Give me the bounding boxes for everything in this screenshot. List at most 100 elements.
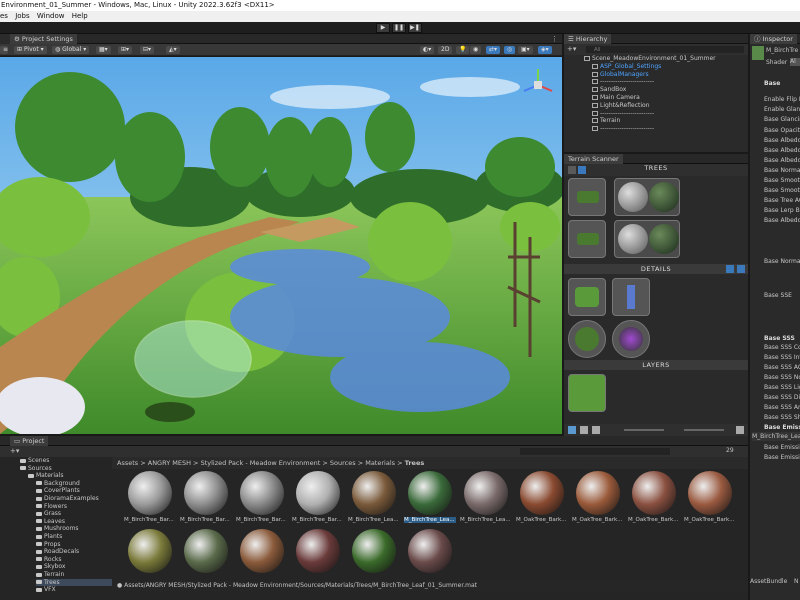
asset-bundle-dropdown[interactable]: N	[794, 578, 799, 585]
folder-tree-item[interactable]: Leaves	[36, 518, 65, 525]
effects-icon[interactable]: ⇄▾	[486, 46, 501, 54]
asset-tile[interactable]: M_BirchTree_Lea...	[404, 471, 456, 527]
folder-tree-item[interactable]: Sources	[20, 465, 52, 472]
play-button[interactable]: ▶	[376, 23, 390, 33]
menu-item-help[interactable]: Help	[72, 12, 88, 20]
breadcrumb-item[interactable]: Trees	[405, 459, 425, 467]
camera-icon[interactable]: ▣▾	[518, 46, 533, 54]
tool-hand-icon[interactable]: ≡	[0, 46, 8, 54]
more-menu-icon[interactable]: ⋮	[551, 34, 558, 44]
render-mode-icon[interactable]: ◐▾	[420, 46, 435, 54]
asset-tile[interactable]: M_OakTree_Bark...	[516, 471, 568, 527]
grid-snap-icon[interactable]: ▦▾	[96, 46, 111, 54]
hierarchy-item[interactable]: SandBox	[592, 86, 626, 94]
tab-hierarchy[interactable]: ☰ Hierarchy	[564, 34, 612, 44]
asset-tile[interactable]: M_BirchTree_Lea...	[460, 471, 512, 527]
asset-tile[interactable]: M_OakTree_Bark...	[572, 471, 624, 527]
tab-scene[interactable]	[0, 34, 10, 44]
asset-tile[interactable]: M_BirchTree_Bar...	[124, 471, 176, 527]
lighting-icon[interactable]: 💡	[456, 46, 470, 54]
asset-tile[interactable]	[236, 529, 288, 585]
scene-gizmo-icon[interactable]	[518, 65, 558, 105]
mode-2d-toggle[interactable]: 2D	[438, 46, 453, 54]
hidden-objects-icon[interactable]: ◎	[504, 46, 516, 54]
breadcrumb-item[interactable]: Stylized Pack - Meadow Environment	[201, 459, 321, 467]
breadcrumb-item[interactable]: ANGRY MESH	[148, 459, 191, 467]
asset-tile[interactable]: M_OakTree_Bark...	[684, 471, 736, 527]
hierarchy-item[interactable]: Light&Reflection	[592, 102, 650, 110]
size-slider[interactable]	[684, 429, 724, 431]
pivot-dropdown[interactable]: ⊞ Pivot ▾	[14, 46, 47, 54]
gizmos-icon[interactable]: ◈▾	[538, 46, 552, 54]
pause-button[interactable]: ❚❚	[392, 23, 406, 33]
detail-slot-flower[interactable]	[612, 278, 650, 316]
scene-viewport[interactable]	[0, 57, 562, 434]
tree-materials-1[interactable]	[614, 178, 680, 216]
folder-tree-item[interactable]: DioramaExamples	[36, 495, 99, 502]
step-button[interactable]: ▶❚	[408, 23, 422, 33]
folder-tree-item[interactable]: Props	[36, 541, 60, 548]
asset-tile[interactable]	[124, 529, 176, 585]
gizmo-toolbar-icon[interactable]: ◭▾	[166, 46, 180, 54]
folder-tree-item[interactable]: Flowers	[36, 503, 67, 510]
hierarchy-search-input[interactable]	[586, 46, 744, 53]
folder-tree-item[interactable]: Background	[36, 480, 80, 487]
asset-tile[interactable]	[292, 529, 344, 585]
global-dropdown[interactable]: ◍ Global ▾	[52, 46, 90, 54]
asset-tile[interactable]: M_BirchTree_Bar...	[180, 471, 232, 527]
breadcrumb-item[interactable]: Materials	[365, 459, 395, 467]
tab-project-settings[interactable]: ⚙ Project Settings	[10, 34, 77, 44]
add-asset-icon[interactable]: +▾	[10, 447, 19, 455]
folder-tree-item[interactable]: Mushrooms	[36, 525, 79, 532]
details-view-icon[interactable]	[726, 265, 734, 273]
hierarchy-item[interactable]: Terrain	[592, 117, 620, 125]
folder-tree-item[interactable]: Trees	[36, 578, 112, 586]
snap-increment-icon[interactable]: ⊟▾	[140, 46, 155, 54]
asset-tile[interactable]	[348, 529, 400, 585]
hierarchy-item[interactable]: -------------------------	[592, 78, 654, 86]
hierarchy-item[interactable]: Scene_MeadowEnvironment_01_Summer	[584, 55, 716, 63]
asset-tile[interactable]: M_BirchTree_Bar...	[292, 471, 344, 527]
hierarchy-item[interactable]: ASP_Global_Settings	[592, 63, 661, 71]
asset-tile[interactable]: M_BirchTree_Bar...	[236, 471, 288, 527]
asset-tile[interactable]: M_OakTree_Bark...	[628, 471, 680, 527]
folder-tree-item[interactable]: Terrain	[36, 571, 64, 578]
folder-tree-item[interactable]: CoverPlants	[36, 487, 80, 494]
tab-inspector[interactable]: ⓘ Inspector	[750, 34, 797, 44]
folder-tree-item[interactable]: VFX	[36, 586, 56, 593]
menu-item-window[interactable]: Window	[37, 12, 65, 20]
settings-icon[interactable]	[736, 426, 744, 434]
project-search-input[interactable]	[520, 448, 670, 455]
layer-slot-grass[interactable]	[568, 374, 606, 412]
shader-dropdown[interactable]: Al	[790, 58, 800, 66]
audio-icon[interactable]: ◉	[470, 46, 482, 54]
zoom-slider[interactable]	[624, 429, 664, 431]
asset-tile[interactable]	[180, 529, 232, 585]
details-list-icon[interactable]	[737, 265, 745, 273]
breadcrumb-item[interactable]: Assets	[117, 459, 138, 467]
tree-slot-2[interactable]	[568, 220, 606, 258]
tab-project[interactable]: ▭ Project	[10, 436, 49, 446]
breadcrumb-item[interactable]: Sources	[330, 459, 356, 467]
asset-tile[interactable]: M_BirchTree_Lea...	[348, 471, 400, 527]
lock-icon[interactable]	[568, 426, 576, 434]
folder-tree-item[interactable]: Grass	[36, 510, 61, 517]
folder-tree-item[interactable]: Materials	[28, 472, 64, 479]
eye-icon[interactable]	[580, 426, 588, 434]
folder-tree-item[interactable]: RoadDecals	[36, 548, 79, 555]
asset-tile[interactable]	[404, 529, 456, 585]
tree-slot-1[interactable]	[568, 178, 606, 216]
hierarchy-item[interactable]: GlobalManagers	[592, 71, 649, 79]
folder-tree-item[interactable]: Plants	[36, 533, 62, 540]
detail-slot-grass[interactable]	[568, 278, 606, 316]
folder-tree-item[interactable]: Skybox	[36, 563, 65, 570]
add-icon[interactable]: +▾	[567, 45, 576, 53]
folder-tree-item[interactable]: Scenes	[20, 457, 49, 464]
hierarchy-item[interactable]: Main Camera	[592, 94, 640, 102]
menu-item-jobs[interactable]: Jobs	[15, 12, 29, 20]
hierarchy-item[interactable]: -------------------------	[592, 110, 654, 118]
hierarchy-item[interactable]: -------------------------	[592, 125, 654, 133]
detail-slot-mushroom[interactable]	[612, 320, 650, 358]
tree-materials-2[interactable]	[614, 220, 680, 258]
menu-item-edit[interactable]: es	[0, 12, 8, 20]
